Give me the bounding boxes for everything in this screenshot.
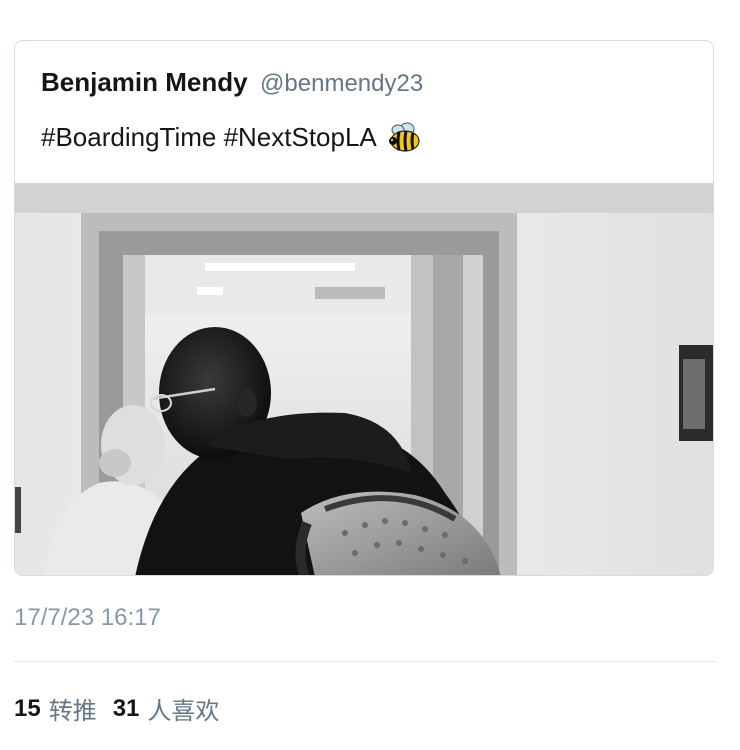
retweets-label: 转推 <box>48 697 97 725</box>
tweet-text: #BoardingTime #NextStopLA <box>41 121 423 153</box>
author-line: Benjamin Mendy @benmendy23 <box>41 67 423 98</box>
tweet-stats: 15 转推 31 人喜欢 <box>14 691 219 726</box>
tweet-timestamp[interactable]: 17/7/23 16:17 <box>14 604 161 632</box>
bee-icon <box>387 121 423 153</box>
tweet-card[interactable]: Benjamin Mendy @benmendy23 #BoardingTime… <box>14 40 714 576</box>
tweet-photo[interactable] <box>15 183 713 575</box>
likes-label: 人喜欢 <box>147 697 220 725</box>
retweets-count: 15 <box>14 694 41 722</box>
retweets-stat[interactable]: 15 转推 <box>14 691 97 726</box>
tweet-text-content: #BoardingTime #NextStopLA <box>41 121 377 152</box>
author-name[interactable]: Benjamin Mendy <box>41 67 248 97</box>
author-handle[interactable]: @benmendy23 <box>260 70 423 97</box>
likes-count: 31 <box>112 694 140 722</box>
tweet-header: Benjamin Mendy @benmendy23 #BoardingTime… <box>15 41 713 183</box>
divider <box>14 661 716 662</box>
tweet-page: Benjamin Mendy @benmendy23 #BoardingTime… <box>0 0 740 750</box>
likes-stat[interactable]: 31 人喜欢 <box>113 691 220 726</box>
